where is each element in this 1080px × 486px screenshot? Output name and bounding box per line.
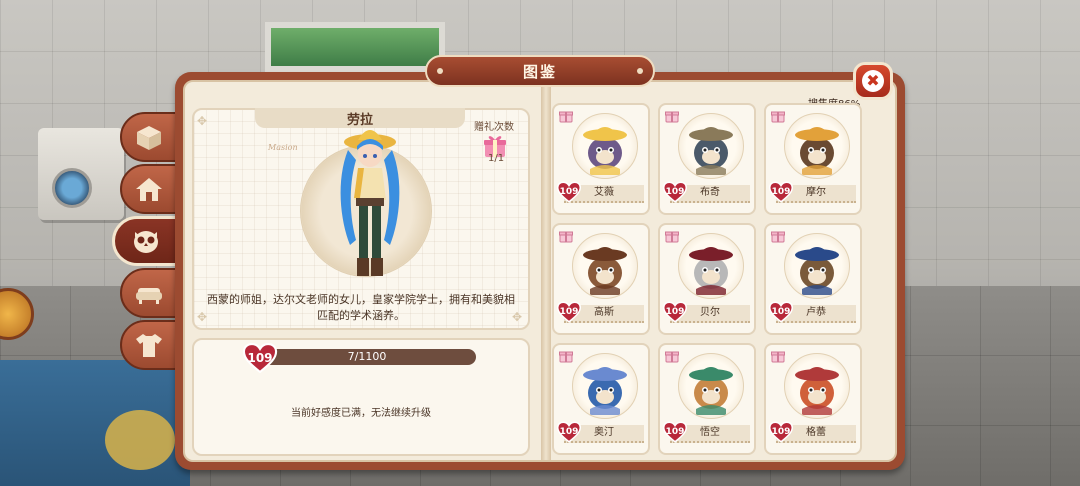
affection-level-badge: 109	[769, 181, 793, 203]
affection-level-badge: 109	[557, 421, 581, 443]
close-icon: ✖	[862, 70, 884, 92]
character-avatar	[784, 113, 850, 179]
window-title: 图鉴	[425, 55, 655, 87]
gift-icon	[665, 351, 679, 363]
gift-icon	[771, 111, 785, 123]
sofa-icon	[136, 288, 162, 304]
character-grid: 艾薇 109 布奇 109 摩尔 109 高斯 109 贝尔 109 卢恭 10…	[552, 103, 874, 455]
character-avatar	[572, 113, 638, 179]
character-card[interactable]: 艾薇 109	[552, 103, 650, 215]
character-portrait-icon	[795, 247, 839, 295]
home-icon	[136, 178, 162, 201]
character-card[interactable]: 卢恭 109	[764, 223, 862, 335]
signature-text: Masion	[268, 143, 298, 152]
affection-level-badge: 109	[663, 181, 687, 203]
washing-machine	[38, 128, 124, 220]
side-tab-collection[interactable]	[112, 216, 180, 266]
character-portrait-icon	[583, 247, 627, 295]
character-card[interactable]: 贝尔 109	[658, 223, 756, 335]
gift-icon	[665, 231, 679, 243]
side-tab-home[interactable]	[120, 164, 178, 214]
side-tab-furniture[interactable]	[120, 268, 178, 318]
character-card[interactable]: 悟空 109	[658, 343, 756, 455]
gift-icon	[771, 351, 785, 363]
affection-level-value: 109	[665, 427, 685, 437]
character-avatar	[678, 353, 744, 419]
gift-icon	[771, 231, 785, 243]
character-portrait-icon	[795, 367, 839, 415]
affection-level-badge: 109	[557, 181, 581, 203]
room-window	[265, 22, 445, 72]
character-avatar	[784, 233, 850, 299]
affection-level-badge: 109	[769, 421, 793, 443]
gift-icon	[665, 111, 679, 123]
gift-icon	[559, 231, 573, 243]
affection-level-badge: 109	[557, 301, 581, 323]
affection-level-badge: 109	[663, 421, 687, 443]
affection-level-value: 109	[771, 187, 791, 197]
affection-level-badge: 109	[242, 343, 278, 373]
character-portrait-icon	[689, 127, 733, 175]
character-portrait-icon	[583, 367, 627, 415]
character-avatar	[572, 353, 638, 419]
affection-level-value: 109	[559, 187, 579, 197]
character-portrait-icon	[689, 367, 733, 415]
side-tab-box[interactable]	[120, 112, 178, 162]
affection-level-value: 109	[771, 307, 791, 317]
side-tab-clothing[interactable]	[120, 320, 178, 370]
shirt-icon	[136, 334, 162, 357]
character-avatar	[572, 233, 638, 299]
gift-count-value: 1/1	[488, 153, 505, 164]
gift-count-label: 赠礼次数	[474, 122, 514, 133]
character-card[interactable]: 奥汀 109	[552, 343, 650, 455]
character-portrait-icon	[795, 127, 839, 175]
character-card[interactable]: 摩尔 109	[764, 103, 862, 215]
corner-ornament: ✥	[197, 114, 208, 128]
affection-level-value: 109	[665, 187, 685, 197]
character-avatar	[678, 233, 744, 299]
affection-level-value: 109	[559, 427, 579, 437]
affection-level-value: 109	[559, 307, 579, 317]
character-avatar	[784, 353, 850, 419]
character-description: 西蒙的师姐，达尔文老师的女儿，皇家学院学士，拥有和美貌相匹配的学术涵养。	[207, 293, 515, 322]
affection-level-value: 109	[665, 307, 685, 317]
character-card[interactable]: 高斯 109	[552, 223, 650, 335]
affection-level-value: 109	[247, 351, 273, 365]
affection-level-value: 109	[771, 427, 791, 437]
box-icon	[137, 126, 161, 150]
affection-level-badge: 109	[663, 301, 687, 323]
character-card[interactable]: 格蕾 109	[764, 343, 862, 455]
character-card[interactable]: 布奇 109	[658, 103, 756, 215]
blue-furniture	[0, 360, 190, 486]
book-spine	[541, 82, 551, 460]
owl-icon	[134, 231, 158, 253]
character-portrait-icon	[689, 247, 733, 295]
character-portrait-icon	[583, 127, 627, 175]
affection-level-badge: 109	[769, 301, 793, 323]
gift-icon	[559, 111, 573, 123]
affection-status-text: 当前好感度已满，无法继续升级	[291, 408, 431, 419]
affection-progress-text: 7/1100	[347, 350, 387, 363]
character-avatar	[678, 113, 744, 179]
character-portrait	[340, 130, 400, 276]
gift-icon	[559, 351, 573, 363]
